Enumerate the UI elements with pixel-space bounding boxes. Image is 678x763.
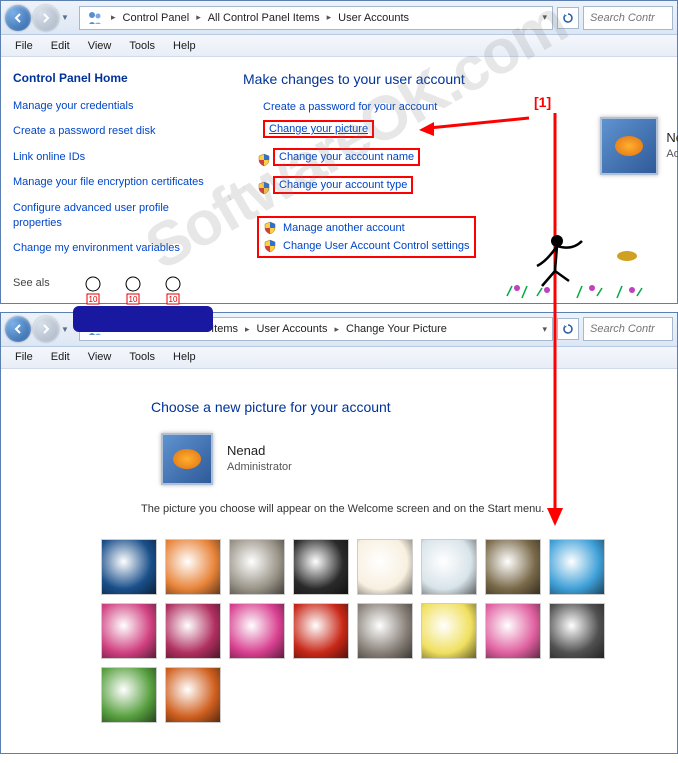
menu-tools[interactable]: Tools	[121, 349, 163, 365]
action-change-picture[interactable]: Change your picture	[263, 120, 374, 138]
user-accounts-icon	[86, 9, 104, 27]
picture-option-beachball[interactable]	[165, 603, 221, 659]
picture-option-tulips[interactable]	[229, 603, 285, 659]
sidebar-link-env-vars[interactable]: Change my environment variables	[13, 241, 219, 256]
user-block: Nenad Administrator	[161, 433, 647, 485]
content-full: Choose a new picture for your account Ne…	[1, 369, 677, 753]
menu-bar: File Edit View Tools Help	[1, 35, 677, 57]
picture-option-butterfly[interactable]	[549, 539, 605, 595]
picture-option-starfish[interactable]	[165, 539, 221, 595]
menu-view[interactable]: View	[80, 38, 120, 54]
forward-button[interactable]	[33, 5, 59, 31]
refresh-button[interactable]	[557, 7, 579, 29]
breadcrumb-change-picture[interactable]: Change Your Picture	[342, 321, 451, 337]
svg-text:10: 10	[169, 295, 178, 304]
shield-icon	[263, 221, 277, 235]
action-manage-another[interactable]: Manage another account	[283, 222, 405, 234]
menu-file[interactable]: File	[7, 38, 41, 54]
shield-icon	[257, 153, 271, 167]
picture-option-swirl-blue[interactable]	[101, 539, 157, 595]
main-heading: Make changes to your user account	[243, 71, 665, 87]
change-picture-heading: Choose a new picture for your account	[151, 399, 647, 415]
breadcrumb-user-accounts[interactable]: User Accounts	[253, 321, 332, 337]
sidebar-link-encryption[interactable]: Manage your file encryption certificates	[13, 175, 219, 190]
picture-option-koala[interactable]	[229, 539, 285, 595]
picture-option-leaf[interactable]	[101, 667, 157, 723]
action-change-name[interactable]: Change your account name	[273, 148, 420, 166]
doodle-runner	[497, 226, 657, 306]
sidebar-link-credentials[interactable]: Manage your credentials	[13, 99, 219, 114]
red-arrow-left	[414, 108, 534, 138]
search-input[interactable]	[583, 317, 673, 341]
picture-option-gyro[interactable]	[421, 539, 477, 595]
menu-help[interactable]: Help	[165, 38, 204, 54]
shield-icon	[257, 181, 271, 195]
breadcrumb-bar[interactable]: ▸ Control Panel ▸ All Control Panel Item…	[79, 6, 553, 30]
menu-tools[interactable]: Tools	[121, 38, 163, 54]
picture-option-vinyl[interactable]	[293, 539, 349, 595]
menu-view[interactable]: View	[80, 349, 120, 365]
forward-button[interactable]	[33, 316, 59, 342]
user-picture-large	[161, 433, 213, 485]
chevron-right-icon[interactable]: ▸	[193, 12, 204, 23]
breadcrumb-control-panel[interactable]: Control Panel	[119, 10, 194, 26]
menu-bar: File Edit View Tools Help	[1, 347, 677, 369]
user-role: Ad	[666, 147, 678, 161]
user-name: Ne	[666, 130, 678, 147]
breadcrumb-dropdown[interactable]: ▾	[539, 12, 550, 23]
picture-option-dog-bw[interactable]	[357, 603, 413, 659]
doodle-judges: 10 10 10	[63, 276, 223, 336]
sidebar: Control Panel Home Manage your credentia…	[1, 57, 231, 303]
description-text: The picture you choose will appear on th…	[141, 503, 647, 515]
shield-icon	[263, 239, 277, 253]
action-group-admin: Manage another account Change User Accou…	[257, 216, 476, 258]
chevron-right-icon[interactable]: ▸	[331, 324, 342, 335]
picture-option-jacks[interactable]	[549, 603, 605, 659]
search-input[interactable]	[583, 6, 673, 30]
picture-option-maneki-neko[interactable]	[357, 539, 413, 595]
sidebar-link-reset-disk[interactable]: Create a password reset disk	[13, 124, 219, 139]
user-accounts-window: ▼ ▸ Control Panel ▸ All Control Panel It…	[0, 0, 678, 304]
menu-help[interactable]: Help	[165, 349, 204, 365]
red-arrow-down	[540, 108, 570, 528]
breadcrumb-all-items[interactable]: All Control Panel Items	[204, 10, 324, 26]
nav-history-dropdown[interactable]: ▼	[61, 13, 73, 22]
menu-edit[interactable]: Edit	[43, 349, 78, 365]
sidebar-link-profile[interactable]: Configure advanced user profile properti…	[13, 201, 219, 232]
picture-grid	[91, 529, 647, 733]
chevron-right-icon[interactable]: ▸	[108, 12, 119, 23]
picture-option-tomatoes[interactable]	[293, 603, 349, 659]
picture-option-swirl-multi[interactable]	[165, 667, 221, 723]
picture-option-paint-swirl[interactable]	[101, 603, 157, 659]
menu-file[interactable]: File	[7, 349, 41, 365]
chevron-right-icon[interactable]: ▸	[242, 324, 253, 335]
picture-option-crayons[interactable]	[421, 603, 477, 659]
user-picture	[600, 117, 658, 175]
picture-option-kitten[interactable]	[485, 539, 541, 595]
svg-text:10: 10	[129, 295, 138, 304]
back-button[interactable]	[5, 5, 31, 31]
change-picture-window: ▼ « All Control Panel Items ▸ User Accou…	[0, 312, 678, 754]
menu-edit[interactable]: Edit	[43, 38, 78, 54]
back-button[interactable]	[5, 316, 31, 342]
breadcrumb-user-accounts[interactable]: User Accounts	[334, 10, 413, 26]
user-name: Nenad	[227, 443, 292, 460]
sidebar-home[interactable]: Control Panel Home	[13, 71, 219, 85]
nav-bar: ▼ ▸ Control Panel ▸ All Control Panel It…	[1, 1, 677, 35]
chevron-right-icon[interactable]: ▸	[324, 12, 335, 23]
user-role: Administrator	[227, 460, 292, 474]
user-tile: Ne Ad	[600, 117, 678, 175]
action-change-uac[interactable]: Change User Account Control settings	[283, 240, 470, 252]
sidebar-link-online-ids[interactable]: Link online IDs	[13, 150, 219, 165]
svg-text:10: 10	[89, 295, 98, 304]
picture-option-flower-pink[interactable]	[485, 603, 541, 659]
action-change-type[interactable]: Change your account type	[273, 176, 413, 194]
